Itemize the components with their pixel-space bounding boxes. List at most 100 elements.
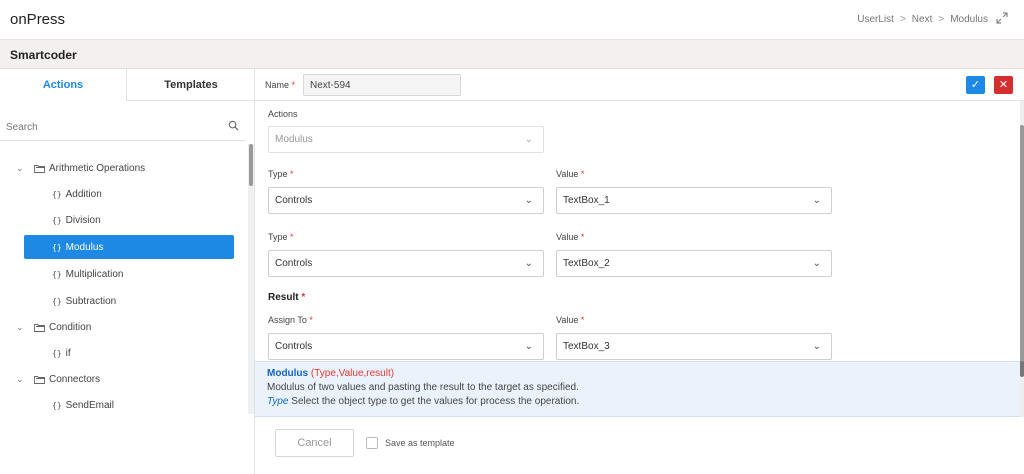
search-input[interactable]: [6, 120, 216, 134]
search-box: [0, 113, 245, 141]
chevron-down-icon[interactable]: ⌄: [16, 374, 26, 385]
check-icon: ✓: [970, 79, 981, 91]
tree-item-label: SendEmail: [65, 399, 114, 411]
folder-icon: [34, 375, 45, 384]
tree-item-modulus[interactable]: {} Modulus: [24, 235, 234, 259]
braces-icon: {}: [52, 215, 62, 225]
chevron-down-icon[interactable]: ⌄: [525, 334, 533, 359]
actions-label: Actions: [268, 109, 298, 119]
app-title: onPress: [10, 11, 66, 28]
confirm-button[interactable]: ✓: [966, 76, 985, 94]
value-select-value: TextBox_3: [563, 341, 610, 352]
name-bar: Name * ✓ ✕: [255, 69, 1024, 101]
save-as-template-label[interactable]: Save as template: [385, 438, 455, 448]
tree-item-label: Modulus: [65, 241, 104, 253]
help-signature: (Type,Value,result): [310, 368, 395, 379]
breadcrumb-item-next[interactable]: Next: [912, 14, 933, 25]
tab-bar: Actions Templates: [0, 69, 255, 101]
chevron-down-icon[interactable]: ⌄: [813, 251, 821, 276]
braces-icon: {}: [52, 348, 62, 358]
tree-group-condition[interactable]: ⌄ Condition: [16, 316, 91, 338]
tree-item-addition[interactable]: {} Addition: [24, 182, 234, 206]
chevron-down-icon: ⌄: [524, 134, 533, 145]
braces-icon: {}: [52, 242, 62, 252]
value-select-value: TextBox_1: [563, 195, 610, 206]
type-label: Type *: [268, 232, 294, 242]
value-select-2[interactable]: TextBox_2 ⌄: [556, 250, 832, 277]
braces-icon: {}: [52, 269, 62, 279]
top-bar: onPress UserList > Next > Modulus: [0, 0, 1024, 40]
value-select-1[interactable]: TextBox_1 ⌄: [556, 187, 832, 214]
form-scrollbar[interactable]: [1020, 101, 1024, 417]
type-select-1[interactable]: Controls ⌄: [268, 187, 544, 214]
close-button[interactable]: ✕: [994, 76, 1013, 94]
sub-header: Smartcoder: [0, 40, 1024, 69]
assign-value-select[interactable]: TextBox_3 ⌄: [556, 333, 832, 360]
help-param-name: Type: [267, 396, 289, 407]
tree-group-label: Connectors: [49, 373, 101, 385]
save-as-template-checkbox[interactable]: [366, 437, 378, 449]
tree-group-label: Arithmetic Operations: [49, 162, 146, 174]
tree-scrollbar[interactable]: [248, 144, 254, 414]
folder-icon: [34, 164, 45, 173]
cancel-button[interactable]: Cancel: [275, 429, 354, 457]
tree-item-subtraction[interactable]: {} Subtraction: [24, 289, 234, 313]
braces-icon: {}: [52, 296, 62, 306]
left-panel: Actions Templates ⌄ Arithmetic Operation…: [0, 69, 255, 474]
chevron-down-icon[interactable]: ⌄: [525, 251, 533, 276]
tree-item-multiplication[interactable]: {} Multiplication: [24, 262, 234, 286]
help-panel: Modulus (Type,Value,result) Modulus of t…: [255, 361, 1020, 417]
value-label: Value *: [556, 169, 585, 179]
sub-header-title: Smartcoder: [10, 48, 77, 62]
assign-type-select[interactable]: Controls ⌄: [268, 333, 544, 360]
breadcrumb-separator: >: [899, 14, 906, 25]
value-label: Value *: [556, 315, 585, 325]
value-label: Value *: [556, 232, 585, 242]
tree-group-connectors[interactable]: ⌄ Connectors: [16, 368, 100, 390]
chevron-down-icon[interactable]: ⌄: [16, 163, 26, 174]
braces-icon: {}: [52, 189, 62, 199]
help-param: Type Select the object type to get the v…: [267, 396, 1008, 407]
tree-item-division[interactable]: {} Division: [24, 208, 234, 232]
chevron-down-icon[interactable]: ⌄: [813, 188, 821, 213]
type-select-value: Controls: [275, 258, 313, 269]
tree-item-label: Addition: [65, 188, 102, 200]
chevron-down-icon[interactable]: ⌄: [16, 322, 26, 333]
breadcrumb-separator: >: [938, 14, 945, 25]
tab-templates[interactable]: Templates: [127, 69, 255, 101]
breadcrumb-item-modulus: Modulus: [950, 14, 988, 25]
name-input[interactable]: [303, 74, 461, 96]
editor-panel: Name * ✓ ✕ Actions Modulus ⌄ Type * Valu…: [255, 69, 1024, 474]
value-select-value: TextBox_2: [563, 258, 610, 269]
tab-actions[interactable]: Actions: [0, 69, 127, 101]
folder-icon: [34, 323, 45, 332]
tree-scrollbar-thumb[interactable]: [249, 144, 253, 186]
help-description: Modulus of two values and pasting the re…: [267, 382, 579, 393]
type-select-value: Controls: [275, 195, 313, 206]
tree-item-label: if: [65, 347, 71, 359]
tree-item-label: Subtraction: [65, 295, 117, 307]
close-icon: ✕: [998, 79, 1009, 91]
tree-item-label: Division: [65, 214, 101, 226]
breadcrumb: UserList > Next > Modulus: [857, 14, 988, 25]
help-param-desc: Select the object type to get the values…: [291, 396, 580, 407]
actions-select: Modulus ⌄: [268, 126, 544, 153]
search-icon[interactable]: [228, 120, 239, 131]
expand-icon[interactable]: [996, 12, 1008, 24]
tree-item-sendemail[interactable]: {} SendEmail: [24, 393, 234, 417]
action-form: Actions Modulus ⌄ Type * Value * Control…: [255, 101, 1020, 361]
type-select-2[interactable]: Controls ⌄: [268, 250, 544, 277]
help-title: Modulus (Type,Value,result): [267, 368, 1008, 379]
actions-select-value: Modulus: [275, 134, 313, 145]
chevron-down-icon[interactable]: ⌄: [813, 334, 821, 359]
tree-item-if[interactable]: {} if: [24, 341, 234, 365]
chevron-down-icon[interactable]: ⌄: [525, 188, 533, 213]
tree-group-label: Condition: [49, 321, 92, 333]
form-scrollbar-thumb[interactable]: [1020, 125, 1024, 365]
braces-icon: {}: [52, 400, 62, 410]
breadcrumb-item-userlist[interactable]: UserList: [857, 14, 894, 25]
name-label: Name *: [265, 80, 296, 90]
tree-item-label: Multiplication: [65, 268, 124, 280]
help-scrollbar-thumb[interactable]: [1020, 361, 1024, 377]
tree-group-arithmetic-operations[interactable]: ⌄ Arithmetic Operations: [16, 157, 145, 179]
